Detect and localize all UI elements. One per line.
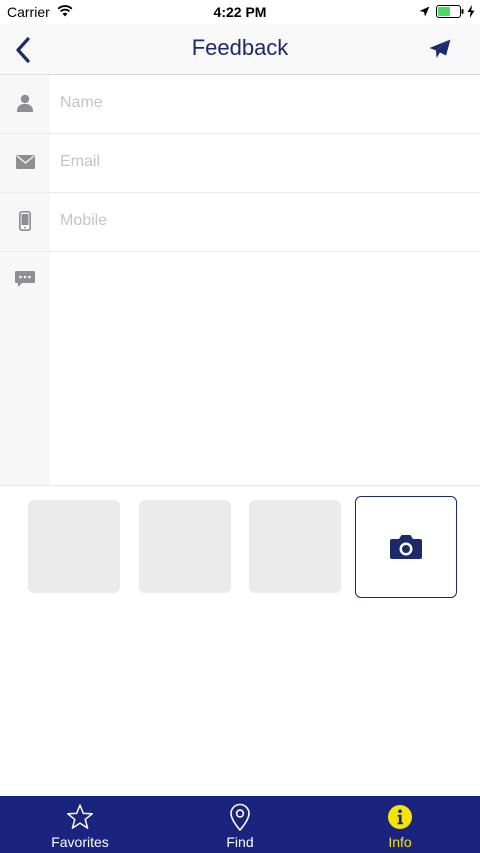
- status-time: 4:22 PM: [213, 4, 267, 20]
- send-button[interactable]: [424, 35, 456, 63]
- email-row: [0, 134, 480, 193]
- message-field[interactable]: [50, 252, 480, 485]
- tab-bar: Favorites Find Info: [0, 796, 480, 853]
- email-field[interactable]: [60, 148, 460, 176]
- attachment-slot-2[interactable]: [139, 500, 231, 593]
- battery-icon: [436, 5, 464, 18]
- tab-label: Info: [388, 834, 412, 850]
- location-arrow-icon: [419, 6, 430, 17]
- mobile-row: [0, 193, 480, 252]
- star-icon: [66, 803, 94, 831]
- charging-bolt-icon: [467, 5, 475, 18]
- message-bubble-icon: [15, 271, 35, 287]
- tab-find[interactable]: Find: [160, 796, 320, 853]
- mobile-phone-icon: [14, 210, 36, 232]
- envelope-icon: [14, 151, 36, 173]
- name-field[interactable]: [60, 89, 460, 117]
- nav-bar: Feedback: [0, 24, 480, 75]
- tab-label: Find: [226, 834, 254, 850]
- info-icon: [386, 803, 414, 831]
- status-bar: Carrier 4:22 PM: [0, 0, 480, 24]
- feedback-form: [0, 75, 480, 486]
- paper-plane-icon: [429, 39, 451, 58]
- location-pin-icon: [226, 803, 254, 831]
- mobile-field[interactable]: [60, 207, 460, 235]
- camera-icon: [390, 535, 422, 559]
- user-icon: [14, 92, 36, 114]
- tab-label: Favorites: [51, 834, 109, 850]
- name-row: [0, 75, 480, 134]
- tab-info[interactable]: Info: [320, 796, 480, 853]
- add-photo-button[interactable]: [355, 496, 457, 598]
- tab-favorites[interactable]: Favorites: [0, 796, 160, 853]
- page-title: Feedback: [191, 35, 289, 60]
- attachment-slot-3[interactable]: [249, 500, 341, 593]
- attachment-slot-1[interactable]: [28, 500, 120, 593]
